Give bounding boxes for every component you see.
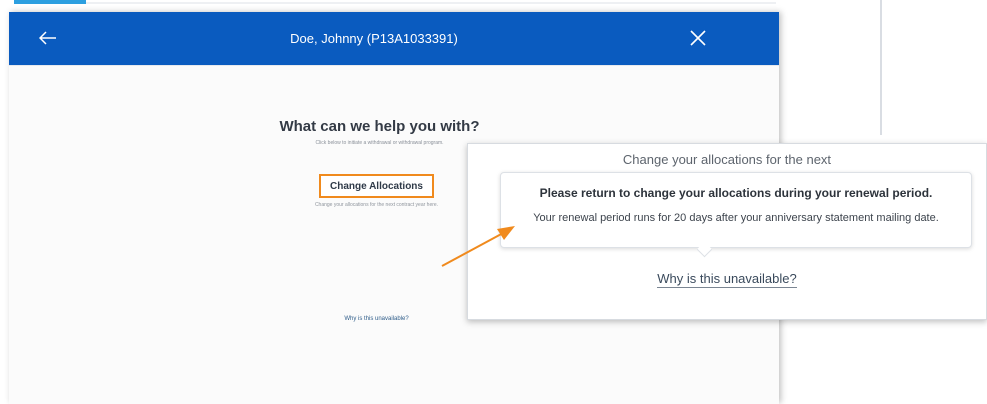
why-unavailable-link[interactable]: Why is this unavailable? xyxy=(319,316,434,322)
background-divider xyxy=(880,0,882,135)
callout-context-text: Change your allocations for the next xyxy=(622,152,832,167)
close-button[interactable] xyxy=(683,24,713,52)
arrow-left-icon xyxy=(39,31,56,45)
tooltip: Please return to change your allocations… xyxy=(500,172,972,248)
why-unavailable-link-text[interactable]: Why is this unavailable? xyxy=(657,271,797,288)
modal-title: Doe, Johnny (P13A1033391) xyxy=(290,31,458,46)
change-allocations-button[interactable]: Change Allocations xyxy=(319,174,434,198)
background-top-accent xyxy=(14,0,86,4)
zoom-callout: Change your allocations for the next Ple… xyxy=(467,143,987,320)
back-button[interactable] xyxy=(33,25,63,51)
background-top-line xyxy=(86,2,776,4)
close-icon xyxy=(690,30,706,46)
tooltip-title: Please return to change your allocations… xyxy=(539,186,933,200)
why-unavailable-link-zoomed[interactable]: Why is this unavailable? xyxy=(468,271,986,288)
change-allocations-caption: Change your allocations for the next con… xyxy=(314,202,439,208)
modal-header: Doe, Johnny (P13A1033391) xyxy=(9,12,779,65)
tooltip-body: Your renewal period runs for 20 days aft… xyxy=(533,212,939,224)
page-heading: What can we help you with? xyxy=(279,118,480,135)
